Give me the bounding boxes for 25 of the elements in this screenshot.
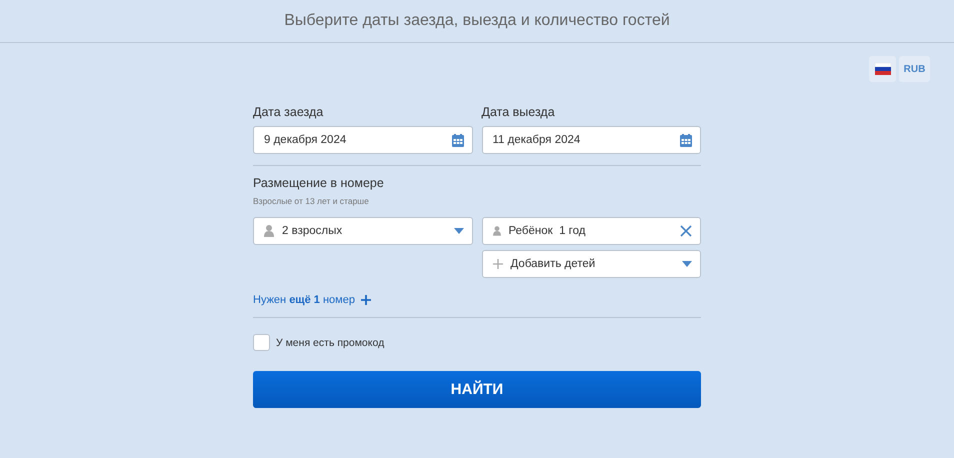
calendar-icon: [680, 134, 692, 146]
section-title: Размещение в номере: [253, 176, 385, 190]
promo-checkbox[interactable]: [253, 334, 270, 351]
plus-icon[interactable]: [360, 295, 371, 305]
flag-icon: [874, 63, 890, 75]
person-icon: [492, 226, 500, 236]
date-field[interactable]: 9 декабря 2024: [253, 126, 472, 154]
search-button[interactable]: НАЙТИ: [253, 371, 701, 408]
child-field[interactable]: Ребёнок 1 год: [482, 217, 701, 245]
date-label: Дата заезда: [253, 105, 324, 119]
caret-icon: [454, 228, 464, 234]
plus-icon: [492, 259, 502, 269]
header-title: Выберите даты заезда, выезда и количество гостей: [284, 12, 670, 30]
close-icon[interactable]: [680, 225, 692, 237]
date-field[interactable]: 11 декабря 2024: [482, 126, 701, 154]
add-children-dropdown[interactable]: Добавить детей: [482, 250, 701, 278]
adults-dropdown[interactable]: 2 взрослых: [253, 217, 472, 245]
date-label: Дата выезда: [482, 105, 556, 119]
person-icon: [264, 225, 274, 237]
hint-text: Взрослые от 13 лет и старше: [253, 196, 370, 206]
add-room-link[interactable]: Нужен ещё 1 номер: [253, 294, 355, 306]
promo-label: У меня есть промокод: [276, 336, 384, 348]
language-button[interactable]: [869, 56, 896, 82]
calendar-icon: [452, 134, 464, 146]
caret-icon: [682, 261, 692, 267]
